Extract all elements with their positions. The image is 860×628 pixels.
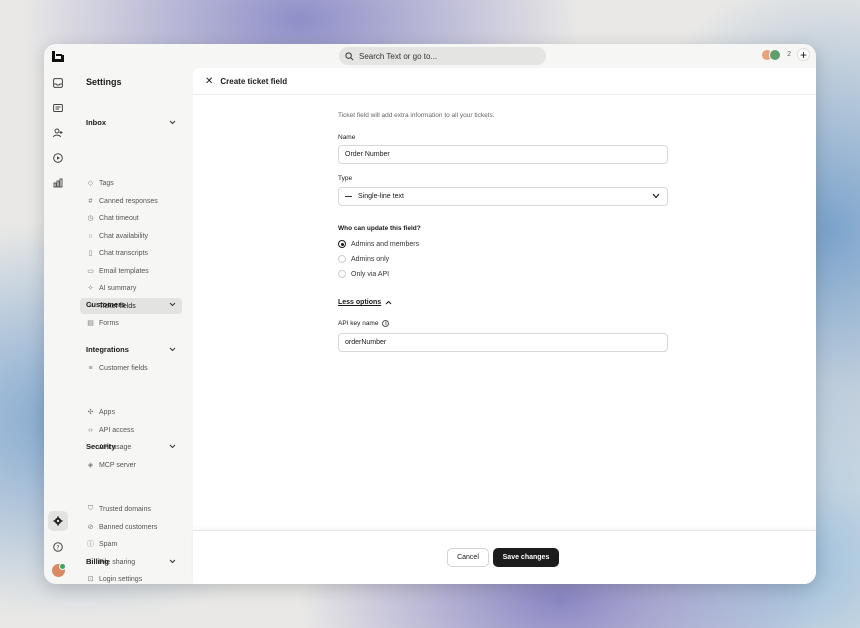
section-label: Billing xyxy=(86,557,109,566)
radio-admins-only[interactable]: Admins only xyxy=(338,255,389,263)
section-label: Customers xyxy=(86,300,126,309)
sparkle-icon: ✧ xyxy=(87,285,94,292)
form-intro: Ticket field will add extra information … xyxy=(338,112,495,119)
name-field[interactable]: Order Number xyxy=(338,145,668,164)
section-customers[interactable]: Customers xyxy=(86,300,176,309)
main-panel: ✕ Create ticket field Ticket field will … xyxy=(193,68,816,584)
global-search[interactable]: Search Text or go to... xyxy=(339,47,546,65)
clock-icon: ◷ xyxy=(87,215,94,222)
radio-icon xyxy=(338,270,346,278)
radio-selected-icon xyxy=(338,240,346,248)
api-key-field[interactable]: orderNumber xyxy=(338,333,668,352)
section-label: Security xyxy=(86,442,116,451)
page-title: Create ticket field xyxy=(220,76,288,86)
alert-icon: ⓘ xyxy=(87,541,94,548)
sidebar-item-trusted-domains[interactable]: ⛉ Trusted domains xyxy=(80,501,182,517)
chevron-down-icon xyxy=(169,559,176,564)
sidebar-item-forms[interactable]: ▤ Forms xyxy=(80,315,182,331)
help-icon[interactable]: ? xyxy=(51,540,65,554)
fields-icon: ≡ xyxy=(88,364,93,372)
sidebar-item-spam[interactable]: ⓘ Spam xyxy=(80,536,182,552)
panel-header: ✕ Create ticket field xyxy=(193,68,816,95)
sidebar-item-login-settings[interactable]: ⊡ Login settings xyxy=(80,571,182,584)
customers-icon[interactable] xyxy=(51,126,65,140)
chevron-down-icon xyxy=(169,347,176,352)
sidebar-item-canned-responses[interactable]: # Canned responses xyxy=(80,193,182,209)
chevron-down-icon xyxy=(169,302,176,307)
reports-icon[interactable] xyxy=(51,176,65,190)
inbox-icon[interactable] xyxy=(51,76,65,90)
less-options-toggle[interactable]: Less options xyxy=(338,299,392,306)
play-icon[interactable] xyxy=(51,151,65,165)
chevron-up-icon xyxy=(385,300,392,305)
type-label: Type xyxy=(338,175,353,182)
section-security[interactable]: Security xyxy=(86,442,176,451)
section-integrations[interactable]: Integrations xyxy=(86,345,176,354)
tag-icon: ◇ xyxy=(87,180,94,187)
tickets-icon[interactable] xyxy=(51,101,65,115)
chevron-down-icon xyxy=(169,120,176,125)
hash-icon: # xyxy=(88,197,93,205)
section-label: Integrations xyxy=(86,345,129,354)
sidebar-item-mcp-server[interactable]: ◈ MCP server xyxy=(80,457,182,473)
search-icon xyxy=(345,51,354,60)
lock-icon: ⊡ xyxy=(87,576,94,583)
settings-sidebar: Settings Inbox ◇ Tags # Canned responses ◷… xyxy=(72,68,192,584)
chevron-down-icon xyxy=(169,444,176,449)
section-inbox[interactable]: Inbox xyxy=(86,118,176,127)
sidebar-item-chat-availability[interactable]: ○ Chat availability xyxy=(80,228,182,244)
info-icon[interactable]: i xyxy=(382,320,390,327)
ban-icon: ⊘ xyxy=(87,524,94,531)
form-icon: ▤ xyxy=(87,320,94,327)
collaborator-avatars[interactable] xyxy=(761,48,782,61)
chat-icon: ○ xyxy=(88,232,93,240)
single-line-icon xyxy=(345,196,352,197)
sidebar-item-banned-customers[interactable]: ⊘ Banned customers xyxy=(80,519,182,535)
section-label: Inbox xyxy=(86,118,106,127)
section-billing[interactable]: Billing xyxy=(86,557,176,566)
api-key-label-row: API key name i xyxy=(338,320,390,327)
name-label: Name xyxy=(338,134,356,141)
mail-icon: ▭ xyxy=(87,268,94,275)
chevron-down-icon xyxy=(652,193,660,199)
radio-icon xyxy=(338,255,346,263)
radio-admins-and-members[interactable]: Admins and members xyxy=(338,240,419,248)
collaborators: 2 + xyxy=(761,48,810,61)
cancel-button[interactable]: Cancel xyxy=(447,548,489,567)
sidebar-item-email-templates[interactable]: ▭ Email templates xyxy=(80,263,182,279)
nav-rail: ? xyxy=(44,68,72,584)
shield-icon: ⛉ xyxy=(87,505,94,512)
user-avatar[interactable] xyxy=(52,563,66,577)
form-footer: Cancel Save changes xyxy=(193,530,816,584)
sidebar-item-chat-transcripts[interactable]: ▯ Chat transcripts xyxy=(80,245,182,261)
server-icon: ◈ xyxy=(87,462,94,469)
close-icon[interactable]: ✕ xyxy=(205,76,213,87)
api-key-label: API key name xyxy=(338,320,379,327)
sidebar-title: Settings xyxy=(86,77,122,87)
sidebar-item-chat-timeout[interactable]: ◷ Chat timeout xyxy=(80,210,182,226)
settings-gear-icon[interactable] xyxy=(48,511,68,531)
sidebar-item-tags[interactable]: ◇ Tags xyxy=(80,175,182,191)
who-can-update-label: Who can update this field? xyxy=(338,225,421,232)
svg-text:?: ? xyxy=(56,544,59,551)
plus-icon: + xyxy=(799,47,807,62)
logo-icon[interactable] xyxy=(52,51,64,62)
type-select[interactable]: Single-line text xyxy=(338,187,668,206)
collaborator-count: 2 xyxy=(787,51,791,58)
top-bar: Search Text or go to... 2 + xyxy=(44,44,816,68)
sidebar-item-ai-summary[interactable]: ✧ AI summary xyxy=(80,280,182,296)
document-icon: ▯ xyxy=(88,250,93,257)
radio-only-via-api[interactable]: Only via API xyxy=(338,270,389,278)
sidebar-item-apps[interactable]: ✣ Apps xyxy=(80,404,182,420)
app-window: Search Text or go to... 2 + ? Settings I… xyxy=(44,44,816,584)
code-icon: ‹› xyxy=(88,426,93,434)
search-placeholder: Search Text or go to... xyxy=(359,51,438,61)
sidebar-item-customer-fields[interactable]: ≡ Customer fields xyxy=(80,360,182,376)
puzzle-icon: ✣ xyxy=(87,409,94,416)
avatar xyxy=(769,48,782,61)
sidebar-item-api-access[interactable]: ‹› API access xyxy=(80,422,182,438)
add-button[interactable]: + xyxy=(797,48,810,61)
save-changes-button[interactable]: Save changes xyxy=(493,548,559,567)
